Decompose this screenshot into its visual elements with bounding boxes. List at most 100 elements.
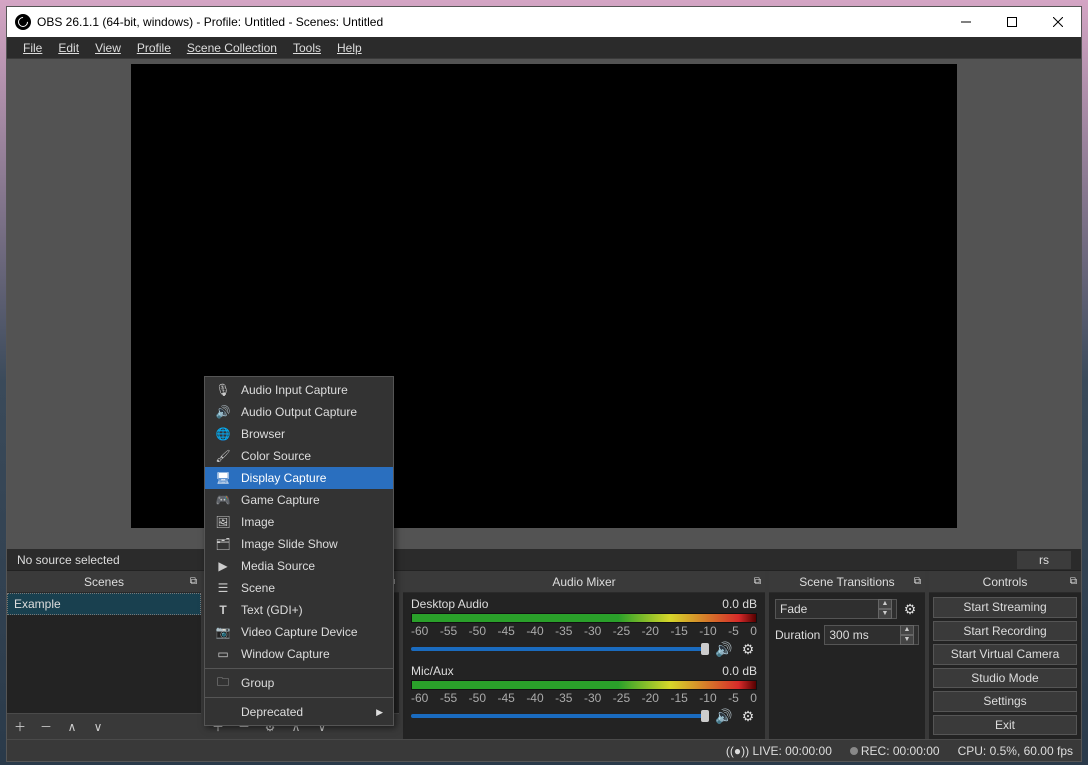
dock-area: Scenes ⧉ Example ＋ － ∧ ∨ Sources ⧉	[7, 571, 1081, 739]
track-db: 0.0 dB	[722, 664, 757, 678]
settings-button[interactable]: Settings	[933, 691, 1077, 712]
camera-icon: 📷	[215, 624, 231, 640]
speaker-icon[interactable]: 🔊	[715, 640, 733, 658]
window-controls	[943, 7, 1081, 37]
start-recording-button[interactable]: Start Recording	[933, 621, 1077, 642]
menu-edit[interactable]: Edit	[50, 38, 87, 58]
brush-icon: 🖌	[215, 448, 231, 464]
slides-icon: 🗂	[215, 536, 231, 552]
remove-scene-button[interactable]: －	[37, 718, 55, 736]
close-button[interactable]	[1035, 7, 1081, 37]
duration-label: Duration	[775, 628, 820, 642]
studio-mode-button[interactable]: Studio Mode	[933, 668, 1077, 689]
ctx-display-capture[interactable]: 🖥Display Capture	[205, 467, 393, 489]
scenes-panel: Scenes ⧉ Example ＋ － ∧ ∨	[7, 571, 201, 739]
gear-icon[interactable]: ⚙	[739, 707, 757, 725]
gear-icon[interactable]: ⚙	[901, 600, 919, 618]
ctx-window-capture[interactable]: ▭Window Capture	[205, 643, 393, 665]
add-scene-button[interactable]: ＋	[11, 718, 29, 736]
ctx-browser[interactable]: 🌐Browser	[205, 423, 393, 445]
list-icon: ☰	[215, 580, 231, 596]
rec-status: REC: 00:00:00	[850, 744, 940, 758]
scenes-list[interactable]: Example	[7, 593, 201, 713]
ctx-media-source[interactable]: ▶Media Source	[205, 555, 393, 577]
ctx-deprecated[interactable]: Deprecated▶	[205, 701, 393, 723]
menu-tools[interactable]: Tools	[285, 38, 329, 58]
speaker-icon: 🔊	[215, 404, 231, 420]
ctx-audio-input-capture[interactable]: 🎙Audio Input Capture	[205, 379, 393, 401]
undock-icon[interactable]: ⧉	[914, 576, 921, 587]
ctx-scene[interactable]: ☰Scene	[205, 577, 393, 599]
ctx-video-capture-device[interactable]: 📷Video Capture Device	[205, 621, 393, 643]
start-virtual-camera-button[interactable]: Start Virtual Camera	[933, 644, 1077, 665]
move-down-button[interactable]: ∨	[89, 718, 107, 736]
ctx-group[interactable]: 🗀Group	[205, 672, 393, 694]
gamepad-icon: 🎮	[215, 492, 231, 508]
maximize-button[interactable]	[989, 7, 1035, 37]
ctx-color-source[interactable]: 🖌Color Source	[205, 445, 393, 467]
ctx-audio-output-capture[interactable]: 🔊Audio Output Capture	[205, 401, 393, 423]
transition-select[interactable]: Fade▲▼	[775, 599, 897, 619]
live-status: ((●)) LIVE: 00:00:00	[726, 744, 832, 758]
transitions-panel: Scene Transitions ⧉ Fade▲▼ ⚙ Duration 30…	[769, 571, 925, 739]
menu-file[interactable]: File	[15, 38, 50, 58]
audio-mixer-panel: Audio Mixer ⧉ Desktop Audio 0.0 dB -60-5…	[403, 571, 765, 739]
transitions-body: Fade▲▼ ⚙ Duration 300 ms▲▼	[769, 593, 925, 739]
mic-icon: 🎙	[215, 382, 231, 398]
audio-track-mic: Mic/Aux 0.0 dB -60-55-50-45-40-35-30-25-…	[411, 664, 757, 725]
globe-icon: 🌐	[215, 426, 231, 442]
folder-icon: 🗀	[215, 675, 231, 691]
undock-icon[interactable]: ⧉	[1070, 576, 1077, 587]
controls-body: Start Streaming Start Recording Start Vi…	[929, 593, 1081, 739]
monitor-icon: 🖥	[215, 470, 231, 486]
track-name: Desktop Audio	[411, 597, 488, 611]
ctx-image-slide-show[interactable]: 🗂Image Slide Show	[205, 533, 393, 555]
exit-button[interactable]: Exit	[933, 715, 1077, 736]
menu-view[interactable]: View	[87, 38, 129, 58]
separator	[205, 668, 393, 669]
start-streaming-button[interactable]: Start Streaming	[933, 597, 1077, 618]
preview-area	[7, 59, 1081, 549]
track-name: Mic/Aux	[411, 664, 454, 678]
controls-panel: Controls ⧉ Start Streaming Start Recordi…	[929, 571, 1081, 739]
source-tab[interactable]: rs	[1017, 551, 1071, 569]
scenes-header[interactable]: Scenes ⧉	[7, 571, 201, 593]
audio-meter	[411, 613, 757, 623]
window-icon: ▭	[215, 646, 231, 662]
meter-ticks: -60-55-50-45-40-35-30-25-20-15-10-50	[411, 624, 757, 638]
undock-icon[interactable]: ⧉	[754, 576, 761, 587]
scene-item[interactable]: Example	[7, 593, 201, 615]
menubar: File Edit View Profile Scene Collection …	[7, 37, 1081, 59]
chevron-right-icon: ▶	[376, 707, 383, 718]
controls-header[interactable]: Controls ⧉	[929, 571, 1081, 593]
titlebar[interactable]: OBS 26.1.1 (64-bit, windows) - Profile: …	[7, 7, 1081, 37]
duration-input[interactable]: 300 ms▲▼	[824, 625, 919, 645]
volume-slider[interactable]	[411, 714, 709, 718]
menu-profile[interactable]: Profile	[129, 38, 179, 58]
add-source-context-menu: 🎙Audio Input Capture 🔊Audio Output Captu…	[204, 376, 394, 726]
mixer-header[interactable]: Audio Mixer ⧉	[403, 571, 765, 593]
audio-meter	[411, 680, 757, 690]
menu-scene-collection[interactable]: Scene Collection	[179, 38, 285, 58]
ctx-text-gdi[interactable]: TText (GDI+)	[205, 599, 393, 621]
move-up-button[interactable]: ∧	[63, 718, 81, 736]
minimize-button[interactable]	[943, 7, 989, 37]
transitions-header[interactable]: Scene Transitions ⧉	[769, 571, 925, 593]
app-window: OBS 26.1.1 (64-bit, windows) - Profile: …	[6, 6, 1082, 762]
meter-ticks: -60-55-50-45-40-35-30-25-20-15-10-50	[411, 691, 757, 705]
ctx-game-capture[interactable]: 🎮Game Capture	[205, 489, 393, 511]
speaker-icon[interactable]: 🔊	[715, 707, 733, 725]
play-icon: ▶	[215, 558, 231, 574]
image-icon: 🖼	[215, 514, 231, 530]
gear-icon[interactable]: ⚙	[739, 640, 757, 658]
ctx-image[interactable]: 🖼Image	[205, 511, 393, 533]
menu-help[interactable]: Help	[329, 38, 370, 58]
window-title: OBS 26.1.1 (64-bit, windows) - Profile: …	[37, 15, 943, 29]
cpu-status: CPU: 0.5%, 60.00 fps	[958, 744, 1073, 758]
text-icon: T	[215, 602, 231, 618]
undock-icon[interactable]: ⧉	[190, 576, 197, 587]
volume-slider[interactable]	[411, 647, 709, 651]
mixer-body: Desktop Audio 0.0 dB -60-55-50-45-40-35-…	[403, 593, 765, 739]
source-status-row: No source selected rs	[7, 549, 1081, 571]
scenes-toolbar: ＋ － ∧ ∨	[7, 713, 201, 739]
